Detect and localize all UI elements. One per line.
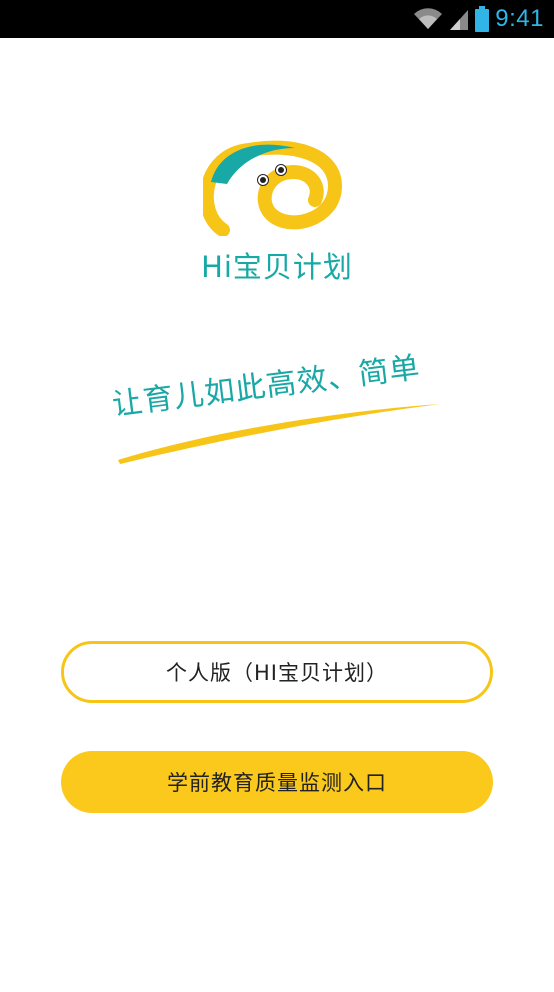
- status-time: 9:41: [495, 5, 544, 32]
- personal-edition-button[interactable]: 个人版（HI宝贝计划）: [61, 641, 493, 703]
- personal-edition-label: 个人版（HI宝贝计划）: [166, 661, 388, 685]
- battery-icon: [475, 6, 490, 32]
- status-icons: 9:41: [413, 5, 544, 33]
- preschool-monitoring-label: 学前教育质量监测入口: [167, 771, 387, 795]
- app-logo: [203, 140, 343, 236]
- slogan: 让育儿如此高效、简单: [100, 350, 460, 472]
- preschool-monitoring-button[interactable]: 学前教育质量监测入口: [61, 751, 493, 813]
- wifi-icon: [414, 8, 443, 30]
- status-bar: 9:41: [0, 0, 554, 38]
- signal-icon: [450, 10, 469, 30]
- app-name: Hi宝贝计划: [201, 250, 353, 284]
